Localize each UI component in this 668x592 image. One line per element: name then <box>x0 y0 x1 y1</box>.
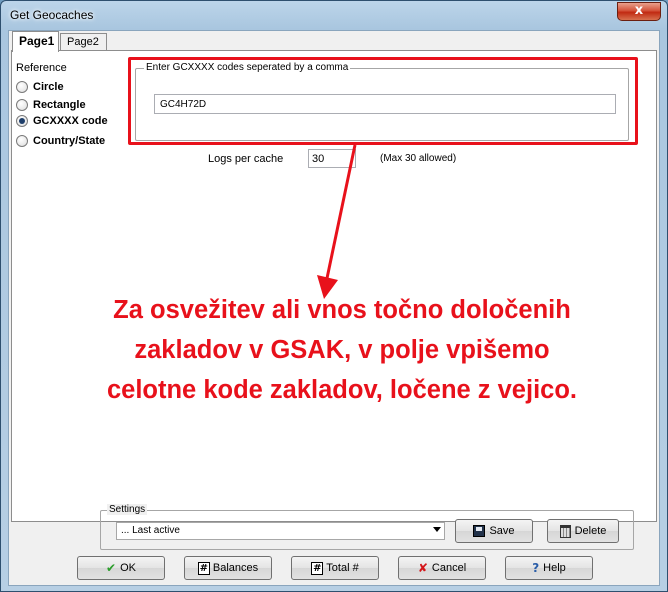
title-bar-background-ghost <box>211 9 581 22</box>
annotation-line: zakladov v GSAK, v polje vpišemo <box>134 336 550 364</box>
tab-page2-label: Page2 <box>67 36 99 48</box>
settings-groupbox: Settings ... Last active Save Delete <box>100 504 634 550</box>
settings-selected-value: ... Last active <box>121 525 180 536</box>
tab-page2[interactable]: Page2 <box>60 33 107 51</box>
hash-icon: # <box>197 561 210 575</box>
annotation-arrow-icon <box>317 144 357 299</box>
cancel-button-label: Cancel <box>431 562 467 574</box>
question-mark-icon: ? <box>532 561 540 575</box>
dialog-client-area: Page1 Page2 Reference Circle Rectangle G… <box>8 30 660 586</box>
settings-select[interactable]: ... Last active <box>116 522 445 540</box>
total-button[interactable]: # Total # <box>291 556 379 580</box>
annotation-text: Za osvežitev ali vnos točno določenih za… <box>42 290 642 410</box>
dialog-window: Get Geocaches x Page1 Page2 Reference Ci… <box>0 0 668 592</box>
cancel-button[interactable]: ✘ Cancel <box>398 556 486 580</box>
total-button-label: Total # <box>326 562 359 574</box>
help-button[interactable]: ? Help <box>505 556 593 580</box>
save-button[interactable]: Save <box>455 519 533 543</box>
tab-page1-panel: Reference Circle Rectangle GCXXXX code C… <box>11 50 657 522</box>
ok-button[interactable]: ✔ OK <box>77 556 165 580</box>
ok-button-label: OK <box>120 562 136 574</box>
hash-icon: # <box>311 561 324 575</box>
cancel-x-icon: ✘ <box>417 561 428 575</box>
delete-button-label: Delete <box>574 525 607 537</box>
annotation-line: celotne kode zakladov, ločene z vejico. <box>106 376 578 404</box>
close-icon: x <box>634 3 644 18</box>
trash-icon <box>559 524 571 538</box>
balances-button[interactable]: # Balances <box>184 556 272 580</box>
delete-button[interactable]: Delete <box>547 519 619 543</box>
checkmark-icon: ✔ <box>106 561 117 575</box>
settings-label: Settings <box>107 504 148 515</box>
tab-page1-label: Page1 <box>19 34 55 48</box>
annotation-line: Za osvežitev ali vnos točno določenih <box>113 296 571 324</box>
help-button-label: Help <box>543 562 566 574</box>
close-button[interactable]: x <box>617 2 661 21</box>
balances-button-label: Balances <box>212 562 259 574</box>
tab-page1[interactable]: Page1 <box>12 31 59 52</box>
title-bar[interactable]: Get Geocaches x <box>1 1 667 29</box>
save-button-label: Save <box>489 525 515 537</box>
window-title: Get Geocaches <box>10 8 94 22</box>
floppy-disk-icon <box>473 525 486 537</box>
chevron-down-icon[interactable] <box>433 527 441 532</box>
